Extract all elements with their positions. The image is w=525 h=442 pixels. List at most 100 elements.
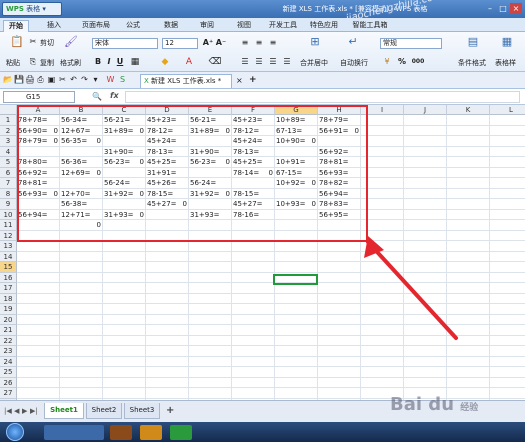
- document-tab[interactable]: X 新建 XLS 工作表.xls *: [140, 74, 232, 88]
- cell-g5[interactable]: 10+91=: [275, 157, 317, 167]
- sheet-tab-sheet1[interactable]: Sheet1: [44, 403, 84, 419]
- cell-d8[interactable]: 78-15=: [146, 189, 188, 199]
- spreadsheet-grid[interactable]: A B C D E F G H I J K L 1 2 3 4 5 6 7 8 9 10 11 12 13 14 15 16 17 18 1…: [0, 105, 525, 400]
- row-header-5[interactable]: 5: [0, 157, 17, 168]
- cell-f4[interactable]: 78-13=: [232, 147, 274, 157]
- conditional-format-icon[interactable]: ▤: [466, 36, 480, 48]
- cell-zero[interactable]: 0: [17, 136, 59, 146]
- next-sheet-icon[interactable]: ▶: [22, 407, 27, 415]
- cell-f5[interactable]: 45+25=: [232, 157, 274, 167]
- cell-h5[interactable]: 78+81=: [318, 157, 360, 167]
- align-center-icon[interactable]: ☰: [252, 56, 266, 68]
- start-button-icon[interactable]: [6, 423, 24, 441]
- shrink-font-button[interactable]: A⁻: [215, 38, 227, 47]
- cell-a10[interactable]: 56+94=: [17, 210, 59, 220]
- cell-zero[interactable]: 0: [60, 136, 102, 146]
- tab-formula[interactable]: 公式: [120, 20, 146, 32]
- cell-zero[interactable]: 0: [318, 126, 360, 136]
- column-header-a[interactable]: A: [17, 105, 60, 115]
- row-header-20[interactable]: 20: [0, 314, 17, 325]
- first-sheet-icon[interactable]: |◀: [4, 407, 12, 415]
- prev-sheet-icon[interactable]: ◀: [14, 407, 19, 415]
- app-menu-button[interactable]: WPS 表格 ▾: [2, 2, 62, 16]
- column-header-e[interactable]: E: [189, 105, 232, 115]
- selected-cell-g15[interactable]: [273, 274, 318, 285]
- cut-quick-icon[interactable]: ✂: [58, 75, 67, 84]
- cell-g1[interactable]: 10+89=: [275, 115, 317, 125]
- search-icon[interactable]: 🔍: [92, 92, 102, 101]
- print-preview-icon[interactable]: 🖨: [25, 75, 35, 84]
- align-middle-icon[interactable]: ≡: [252, 37, 266, 49]
- taskbar-item-2[interactable]: [110, 425, 132, 440]
- cell-f8[interactable]: 78-15=: [232, 189, 274, 199]
- function-icon[interactable]: fx: [110, 91, 119, 100]
- cell-g2[interactable]: 67-13=: [275, 126, 317, 136]
- underline-button[interactable]: U: [115, 57, 125, 66]
- cell-zero[interactable]: 0: [189, 189, 231, 199]
- row-header-14[interactable]: 14: [0, 251, 17, 262]
- copy-icon[interactable]: ⎘: [28, 56, 38, 68]
- cell-d3[interactable]: 45+24=: [146, 136, 188, 146]
- new-tab-icon[interactable]: +: [249, 75, 257, 85]
- cut-label[interactable]: 剪切: [40, 38, 54, 48]
- align-bottom-icon[interactable]: ≡: [266, 37, 280, 49]
- taskbar-item-4[interactable]: [170, 425, 192, 440]
- cell-a6[interactable]: 56+92=: [17, 168, 59, 178]
- cell-zero[interactable]: 0: [103, 157, 145, 167]
- cell-zero[interactable]: 0: [60, 168, 102, 178]
- cell-b1[interactable]: 56-34=: [60, 115, 102, 125]
- last-sheet-icon[interactable]: ▶|: [30, 407, 38, 415]
- row-header-26[interactable]: 26: [0, 377, 17, 388]
- wps-quick-icon[interactable]: W: [106, 75, 115, 84]
- border-icon[interactable]: ▦: [128, 56, 142, 68]
- percent-button[interactable]: %: [397, 57, 407, 66]
- fill-color-icon[interactable]: ◆: [158, 56, 172, 68]
- paste-label[interactable]: 粘贴: [6, 58, 20, 68]
- cell-e7[interactable]: 56-24=: [189, 178, 231, 188]
- grow-font-button[interactable]: A⁺: [202, 38, 214, 47]
- conditional-format-label[interactable]: 条件格式: [458, 58, 486, 68]
- cell-e1[interactable]: 56-21=: [189, 115, 231, 125]
- cell-b2[interactable]: 12+67=: [60, 126, 102, 136]
- row-header-23[interactable]: 23: [0, 346, 17, 357]
- cell-e10[interactable]: 31+93=: [189, 210, 231, 220]
- row-header-12[interactable]: 12: [0, 230, 17, 241]
- close-button[interactable]: ×: [510, 3, 522, 14]
- add-sheet-button[interactable]: +: [166, 405, 174, 416]
- cell-e4[interactable]: 31+90=: [189, 147, 231, 157]
- tab-smart-tools[interactable]: 智能工具箱: [347, 20, 393, 32]
- row-header-4[interactable]: 4: [0, 146, 17, 157]
- cell-b5[interactable]: 56-36=: [60, 157, 102, 167]
- formula-input[interactable]: [125, 91, 520, 103]
- redo-icon[interactable]: ↷: [80, 75, 89, 84]
- sheet-tab-sheet2[interactable]: Sheet2: [86, 403, 122, 419]
- distribute-icon[interactable]: ☰: [280, 56, 294, 68]
- cell-g6[interactable]: 67-15=: [275, 168, 317, 178]
- row-header-7[interactable]: 7: [0, 178, 17, 189]
- cell-c1[interactable]: 56-21=: [103, 115, 145, 125]
- cell-d7[interactable]: 45+26=: [146, 178, 188, 188]
- row-header-17[interactable]: 17: [0, 283, 17, 294]
- cell-c7[interactable]: 56-24=: [103, 178, 145, 188]
- cell-zero[interactable]: 0: [60, 220, 102, 230]
- merge-center-label[interactable]: 合并居中: [300, 58, 328, 68]
- cell-zero[interactable]: 0: [189, 157, 231, 167]
- align-right-icon[interactable]: ☰: [266, 56, 280, 68]
- row-header-8[interactable]: 8: [0, 188, 17, 199]
- font-color-icon[interactable]: A: [182, 56, 196, 68]
- column-header-g[interactable]: G: [275, 105, 318, 115]
- name-box[interactable]: G15: [3, 91, 75, 103]
- cell-d6[interactable]: 31+91=: [146, 168, 188, 178]
- row-header-27[interactable]: 27: [0, 388, 17, 399]
- row-header-24[interactable]: 24: [0, 356, 17, 367]
- cell-h7[interactable]: 78+82=: [318, 178, 360, 188]
- cell-zero[interactable]: 0: [103, 189, 145, 199]
- save-icon[interactable]: 💾: [14, 75, 24, 84]
- cell-b8[interactable]: 12+70=: [60, 189, 102, 199]
- row-header-21[interactable]: 21: [0, 325, 17, 336]
- taskbar-item-3[interactable]: [140, 425, 162, 440]
- cell-d1[interactable]: 45+23=: [146, 115, 188, 125]
- cell-a1[interactable]: 78+78=: [17, 115, 59, 125]
- cell-h4[interactable]: 56+92=: [318, 147, 360, 157]
- customize-icon[interactable]: ▾: [91, 75, 100, 84]
